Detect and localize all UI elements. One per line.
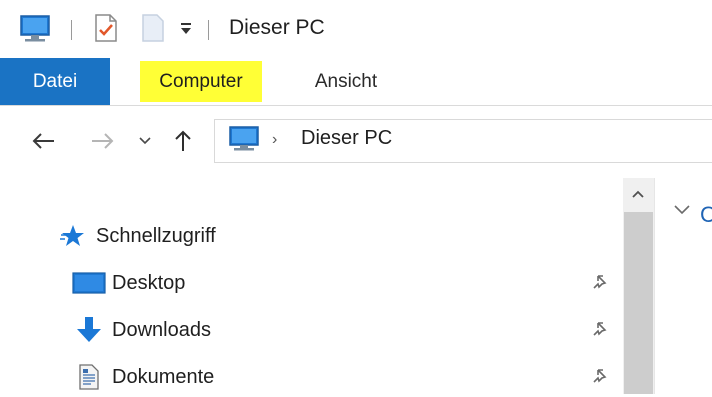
pane-divider: [654, 178, 655, 394]
ribbon-divider: [0, 105, 712, 106]
nav-item-label: Schnellzugriff: [96, 224, 216, 247]
nav-item-downloads[interactable]: Downloads: [72, 310, 211, 350]
back-button[interactable]: [28, 124, 58, 158]
recent-dropdown-icon: [139, 137, 151, 145]
nav-item-schnellzugriff[interactable]: Schnellzugriff: [60, 216, 216, 256]
address-bar[interactable]: [214, 119, 712, 163]
computer-icon[interactable]: [17, 12, 53, 44]
new-folder-icon[interactable]: [140, 12, 166, 44]
nav-item-label: Dokumente: [112, 365, 215, 388]
back-arrow-icon: [32, 133, 54, 149]
up-arrow-icon: [175, 130, 191, 151]
window-title: Dieser PC: [229, 16, 325, 39]
properties-icon[interactable]: [91, 12, 121, 44]
nav-item-desktop[interactable]: Desktop: [72, 263, 185, 303]
star-icon: [60, 225, 84, 246]
customize-dropdown-icon[interactable]: [178, 20, 194, 38]
content-group-header[interactable]: C: [700, 202, 712, 228]
forward-button[interactable]: [88, 124, 118, 158]
toolbar-separator: [71, 20, 72, 40]
document-icon: [79, 364, 99, 390]
nav-item-label: Downloads: [112, 318, 211, 341]
tab-computer[interactable]: Computer: [140, 61, 262, 102]
pin-icon[interactable]: [590, 273, 612, 295]
pin-icon[interactable]: [590, 367, 612, 389]
up-button[interactable]: [170, 124, 196, 158]
pin-icon[interactable]: [590, 320, 612, 342]
chevron-up-icon: [632, 190, 644, 198]
nav-scrollbar-thumb[interactable]: [624, 212, 653, 394]
tab-datei[interactable]: Datei: [0, 58, 110, 105]
toolbar-separator: [208, 20, 209, 40]
nav-item-label: Desktop: [112, 271, 186, 294]
scroll-up-button[interactable]: [627, 185, 649, 203]
download-arrow-icon: [77, 317, 101, 342]
computer-icon: [226, 124, 262, 154]
desktop-icon: [72, 272, 106, 294]
breadcrumb-chevron-icon[interactable]: ›: [272, 131, 277, 149]
breadcrumb-item[interactable]: Dieser PC: [301, 127, 392, 150]
recent-locations-button[interactable]: [134, 124, 156, 158]
group-expand-chevron-icon[interactable]: [672, 203, 692, 222]
forward-arrow-icon: [92, 133, 114, 149]
nav-item-dokumente[interactable]: Dokumente: [76, 357, 214, 397]
tab-ansicht[interactable]: Ansicht: [303, 58, 389, 105]
